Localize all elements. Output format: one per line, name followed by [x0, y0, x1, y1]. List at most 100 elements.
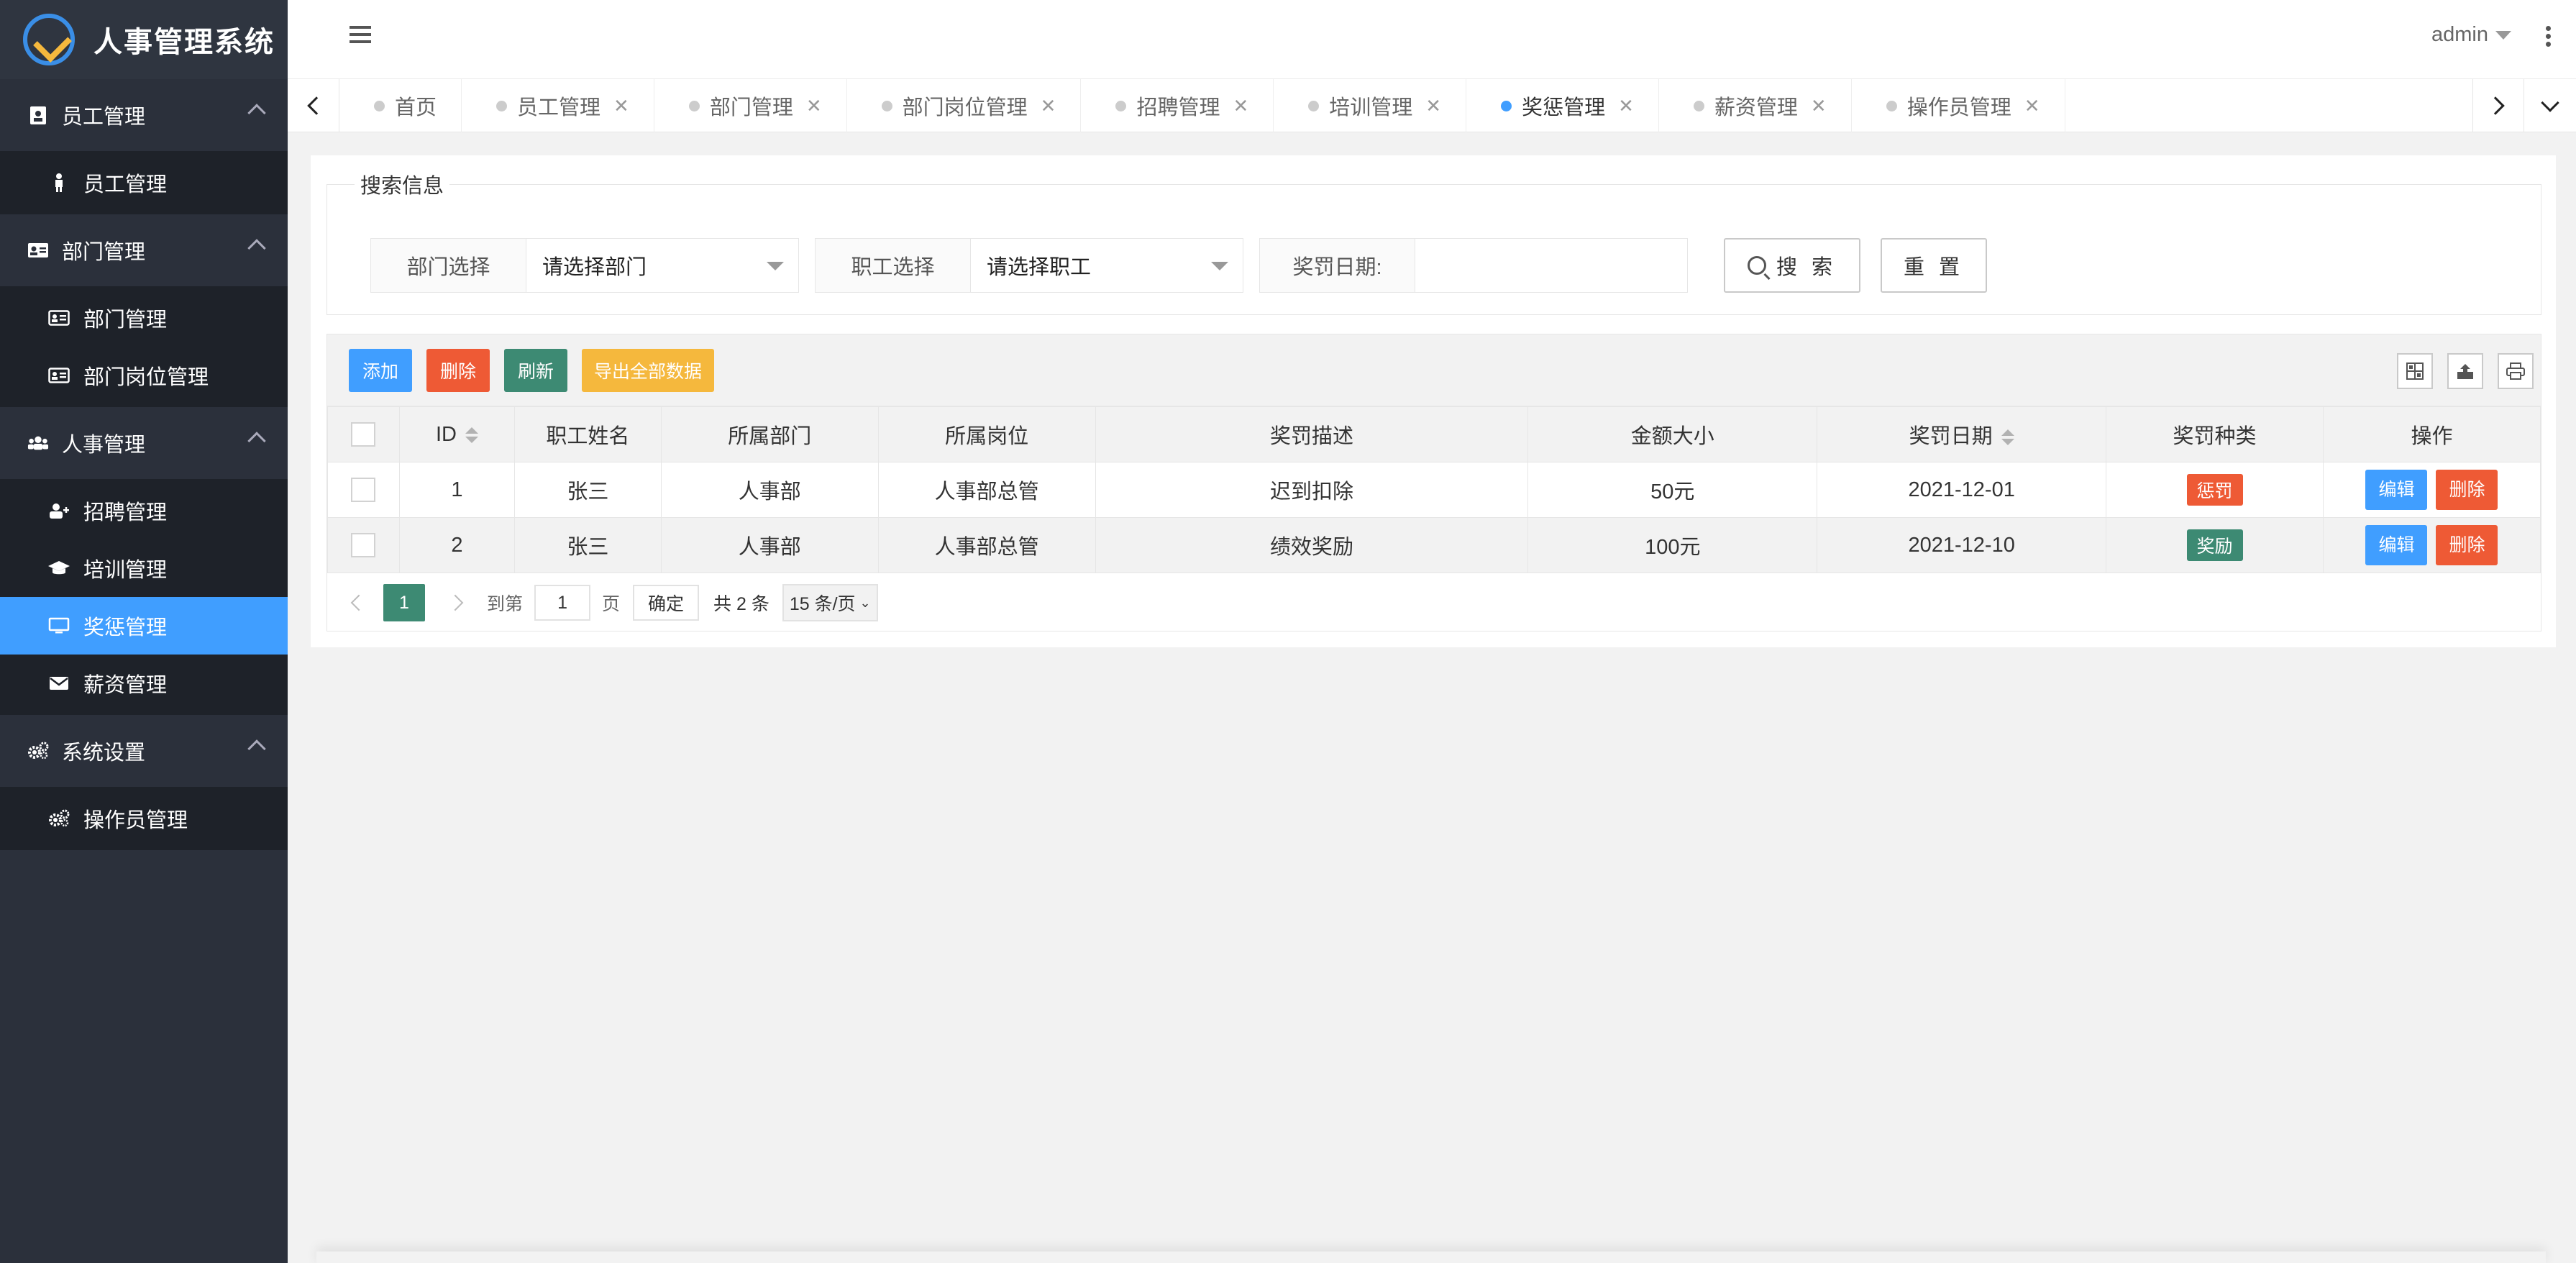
- refresh-button[interactable]: 刷新: [504, 349, 567, 392]
- date-input[interactable]: [1415, 239, 1687, 292]
- sidebar-group-settings[interactable]: 系统设置: [0, 715, 288, 787]
- export-icon[interactable]: [2447, 353, 2483, 389]
- monitor-icon: [47, 615, 70, 637]
- caret-down-icon: [1211, 262, 1228, 270]
- tab-home[interactable]: 首页: [339, 79, 462, 132]
- close-icon[interactable]: ✕: [2024, 95, 2040, 117]
- sidebar-group-hr[interactable]: 人事管理: [0, 407, 288, 479]
- staff-select-field: 职工选择 请选择职工: [815, 238, 1243, 293]
- staff-select[interactable]: 请选择职工: [971, 239, 1243, 292]
- current-page[interactable]: 1: [383, 584, 425, 621]
- close-icon[interactable]: ✕: [1041, 95, 1056, 117]
- tab-options-button[interactable]: [2524, 79, 2576, 132]
- table-header-row: ID 职工姓名 所属部门 所属岗位 奖罚描述 金额大小 奖罚日期 奖罚种类 操作: [327, 406, 2541, 462]
- prev-page-icon[interactable]: [350, 594, 367, 611]
- top-header: admin: [288, 0, 2576, 79]
- close-icon[interactable]: ✕: [1618, 95, 1634, 117]
- reset-button[interactable]: 重 置: [1881, 238, 1987, 293]
- tab-scroll-right-button[interactable]: [2472, 79, 2524, 132]
- column-header-actions: 操作: [2322, 406, 2541, 462]
- dept-select-value: 请选择部门: [542, 256, 647, 279]
- close-icon[interactable]: ✕: [613, 95, 629, 117]
- row-delete-button[interactable]: 删除: [2436, 470, 2498, 510]
- sidebar-item-reward-punish[interactable]: 奖惩管理: [0, 597, 288, 655]
- date-field: 奖罚日期:: [1259, 238, 1688, 293]
- tab-salary[interactable]: 薪资管理 ✕: [1659, 79, 1852, 132]
- dot-icon: [1886, 100, 1897, 111]
- chevron-right-icon: [2486, 96, 2505, 115]
- sidebar-group-label: 部门管理: [62, 241, 146, 264]
- users-icon: [27, 432, 49, 454]
- page-size-select[interactable]: 15 条/页 ⌄: [782, 584, 878, 621]
- tab-operator[interactable]: 操作员管理 ✕: [1852, 79, 2065, 132]
- columns-filter-icon[interactable]: [2397, 353, 2433, 389]
- reset-button-label: 重 置: [1903, 256, 1965, 279]
- sidebar-item-salary[interactable]: 薪资管理: [0, 655, 288, 712]
- goto-confirm-button[interactable]: 确定: [633, 585, 700, 621]
- goto-page-input[interactable]: 1: [534, 585, 591, 621]
- column-header-name: 职工姓名: [513, 406, 662, 462]
- chevron-up-icon: [247, 104, 266, 122]
- sort-icon[interactable]: [465, 427, 478, 443]
- close-icon[interactable]: ✕: [1811, 95, 1827, 117]
- edit-button[interactable]: 编辑: [2365, 525, 2428, 565]
- user-menu[interactable]: admin: [2431, 23, 2511, 47]
- export-all-button[interactable]: 导出全部数据: [582, 349, 714, 392]
- column-header-date[interactable]: 奖罚日期: [1817, 406, 2107, 462]
- tab-recruit[interactable]: 招聘管理 ✕: [1081, 79, 1274, 132]
- next-page-icon[interactable]: [447, 594, 464, 611]
- dot-icon: [1693, 100, 1704, 111]
- sidebar-item-label: 员工管理: [83, 173, 168, 196]
- page-size-value: 15 条/页: [789, 594, 856, 614]
- sidebar-item-recruit[interactable]: 招聘管理: [0, 482, 288, 539]
- app-title: 人事管理系统: [93, 27, 275, 58]
- sidebar-item-label: 部门岗位管理: [83, 366, 209, 389]
- cell-id: 1: [398, 462, 515, 518]
- tab-scroll-left-button[interactable]: [288, 79, 339, 132]
- sidebar-item-operator[interactable]: 操作员管理: [0, 790, 288, 847]
- tab-training[interactable]: 培训管理 ✕: [1274, 79, 1467, 132]
- address-card-icon: [47, 365, 70, 386]
- tab-department-post[interactable]: 部门岗位管理 ✕: [847, 79, 1082, 132]
- menu-fold-icon[interactable]: [350, 26, 371, 46]
- row-delete-button[interactable]: 删除: [2436, 525, 2498, 565]
- add-button[interactable]: 添加: [349, 349, 412, 392]
- cell-dept: 人事部: [660, 462, 879, 518]
- column-header-id[interactable]: ID: [398, 406, 515, 462]
- delete-button[interactable]: 删除: [426, 349, 490, 392]
- sidebar-item-label: 招聘管理: [83, 501, 168, 524]
- more-vertical-icon[interactable]: [2546, 26, 2552, 50]
- edit-button[interactable]: 编辑: [2365, 470, 2428, 510]
- chevron-up-icon: [247, 239, 266, 257]
- close-icon[interactable]: ✕: [1425, 95, 1441, 117]
- tab-department[interactable]: 部门管理 ✕: [654, 79, 847, 132]
- dept-select-label: 部门选择: [371, 239, 526, 292]
- print-icon[interactable]: [2498, 353, 2534, 389]
- search-button[interactable]: 搜 索: [1724, 238, 1860, 293]
- row-select-cell: [327, 462, 400, 518]
- dept-select[interactable]: 请选择部门: [526, 239, 798, 292]
- tab-employee[interactable]: 员工管理 ✕: [462, 79, 654, 132]
- tab-reward-punish[interactable]: 奖惩管理 ✕: [1466, 79, 1659, 132]
- column-label: ID: [435, 422, 457, 446]
- sidebar-item-employee-manage[interactable]: 员工管理: [0, 154, 288, 211]
- cell-actions: 编辑 删除: [2322, 462, 2541, 518]
- tab-bar: 首页 员工管理 ✕ 部门管理 ✕ 部门岗位管理 ✕ 招聘管理 ✕ 培训管理 ✕ 奖惩管理 ✕…: [288, 79, 2576, 132]
- sort-icon[interactable]: [2001, 429, 2014, 446]
- tab-label: 薪资管理: [1714, 96, 1798, 119]
- sidebar-group-department[interactable]: 部门管理: [0, 214, 288, 286]
- sidebar-item-department-manage[interactable]: 部门管理: [0, 289, 288, 347]
- person-icon: [47, 172, 70, 193]
- logo-icon: [23, 14, 75, 65]
- logo[interactable]: 人事管理系统: [0, 0, 288, 79]
- dot-icon: [496, 100, 508, 111]
- close-icon[interactable]: ✕: [806, 95, 822, 117]
- sidebar-item-department-post[interactable]: 部门岗位管理: [0, 347, 288, 404]
- row-checkbox[interactable]: [351, 533, 376, 558]
- sidebar-item-training[interactable]: 培训管理: [0, 539, 288, 597]
- row-checkbox[interactable]: [351, 478, 376, 503]
- user-plus-icon: [47, 500, 70, 521]
- select-all-checkbox[interactable]: [351, 422, 376, 447]
- close-icon[interactable]: ✕: [1233, 95, 1248, 117]
- sidebar-group-employee[interactable]: 员工管理: [0, 79, 288, 151]
